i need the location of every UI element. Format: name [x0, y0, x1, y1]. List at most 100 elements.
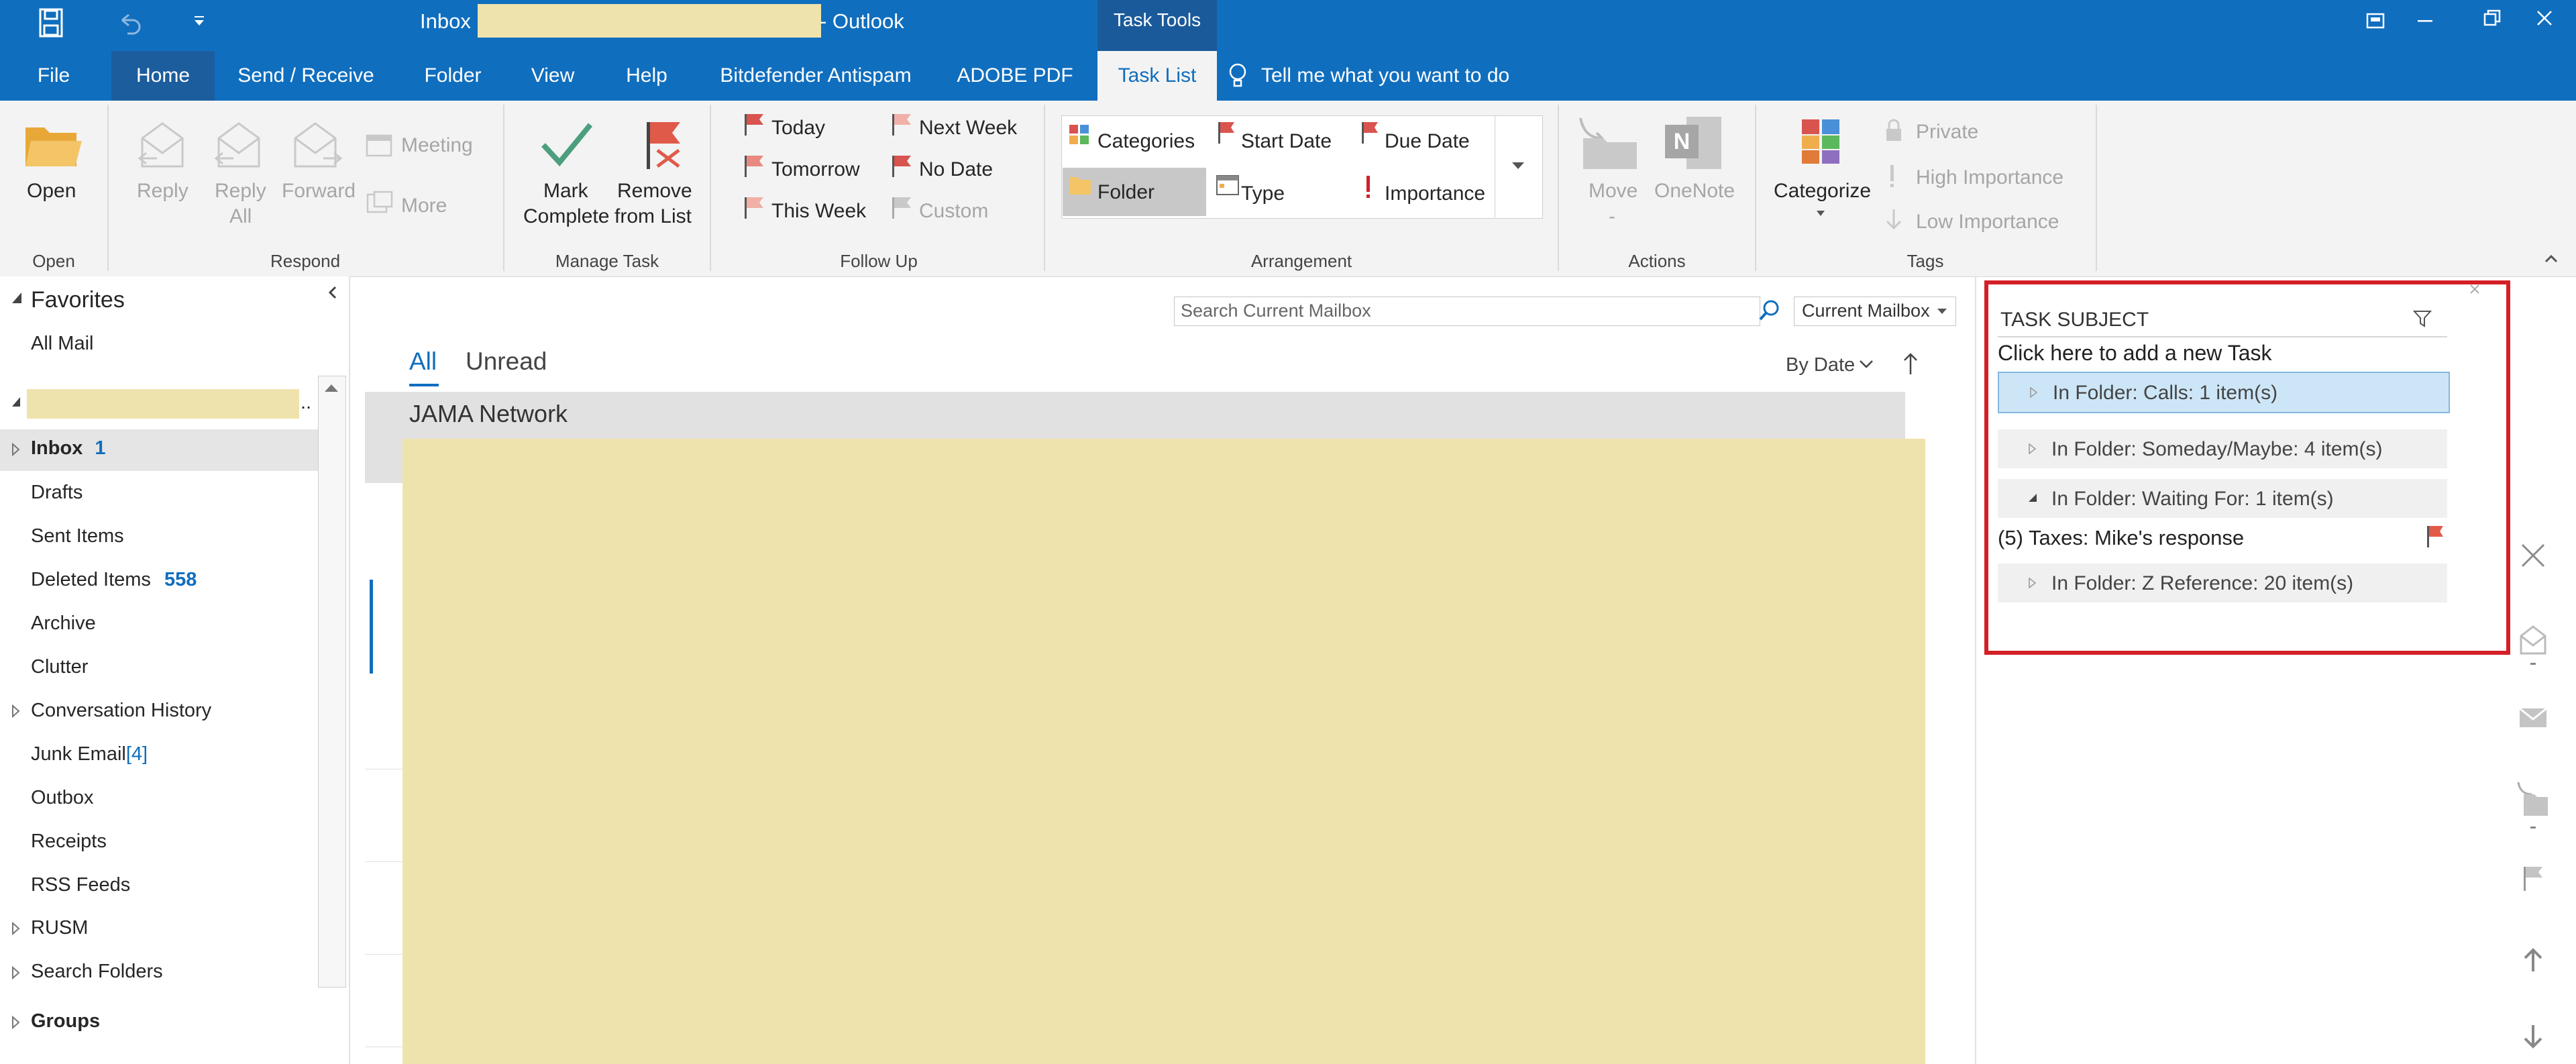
folder-archive[interactable]: Archive [31, 613, 96, 635]
collapse-ribbon-icon[interactable] [2544, 254, 2559, 264]
meeting-button[interactable]: Meeting [401, 134, 473, 157]
expand-arrow-icon[interactable] [11, 966, 20, 979]
favorite-all-mail[interactable]: All Mail [31, 333, 93, 355]
task-subject-column-header[interactable]: TASK SUBJECT [2000, 309, 2149, 331]
expand-arrow-icon[interactable] [11, 1016, 20, 1029]
save-icon[interactable] [38, 7, 64, 39]
arrange-due-date[interactable]: Due Date [1385, 130, 1470, 153]
folder-pane-scrollbar[interactable] [318, 376, 346, 988]
task-group-calls[interactable]: In Folder: Calls: 1 item(s) [1998, 372, 2450, 413]
search-input[interactable]: Search Current Mailbox [1181, 301, 1371, 321]
tab-send-receive[interactable]: Send / Receive [232, 51, 380, 101]
forward-button[interactable]: Forward [282, 180, 356, 203]
low-importance-button[interactable]: Low Importance [1916, 211, 2059, 233]
close-pane-icon[interactable] [2469, 283, 2481, 295]
folder-receipts[interactable]: Receipts [31, 831, 107, 853]
tab-adobe-pdf[interactable]: ADOBE PDF [953, 51, 1077, 101]
expand-arrow-icon[interactable] [11, 922, 20, 935]
tab-home[interactable]: Home [111, 51, 215, 101]
task-item-taxes[interactable]: (5) Taxes: Mike's response [1998, 526, 2244, 550]
undo-icon[interactable] [115, 9, 142, 36]
arrange-categories[interactable]: Categories [1097, 130, 1195, 153]
folder-junk-email[interactable]: Junk Email[4] [31, 743, 148, 765]
high-importance-button[interactable]: High Importance [1916, 166, 2063, 189]
task-group-someday-maybe[interactable]: In Folder: Someday/Maybe: 4 item(s) [1998, 429, 2447, 468]
folder-junk-label: Junk Email [31, 743, 126, 765]
follow-up-today[interactable]: Today [771, 117, 825, 140]
filter-all-underline [409, 384, 439, 386]
customize-toolbar-icon[interactable] [192, 15, 207, 28]
minimize-pane-icon[interactable] [326, 284, 339, 301]
tab-file[interactable]: File [23, 51, 85, 101]
add-new-task-input[interactable]: Click here to add a new Task [1998, 341, 2272, 366]
groups-header[interactable]: Groups [31, 1010, 100, 1032]
follow-up-this-week[interactable]: This Week [771, 200, 866, 223]
arrange-start-date[interactable]: Start Date [1241, 130, 1332, 153]
task-group-z-reference[interactable]: In Folder: Z Reference: 20 item(s) [1998, 564, 2447, 602]
filter-icon[interactable] [2412, 309, 2432, 330]
folder-rss-feeds[interactable]: RSS Feeds [31, 874, 130, 896]
reply-button[interactable]: Reply [137, 180, 189, 203]
open-button[interactable]: Open [27, 180, 76, 203]
arrange-type[interactable]: Type [1241, 182, 1285, 205]
favorites-header[interactable]: Favorites [31, 287, 125, 313]
move-button[interactable]: Move [1589, 180, 1638, 203]
tab-task-list[interactable]: Task List [1097, 51, 1217, 101]
folder-search-folders[interactable]: Search Folders [31, 961, 163, 983]
tab-help[interactable]: Help [614, 51, 679, 101]
mark-complete-button[interactable]: Mark [543, 180, 588, 203]
move-dropdown[interactable]: - [1609, 205, 1615, 228]
folder-rusm[interactable]: RUSM [31, 917, 88, 939]
expand-arrow-icon [2030, 386, 2038, 398]
mail-icon[interactable] [2517, 704, 2549, 731]
delete-icon[interactable] [2518, 541, 2548, 570]
follow-up-next-week[interactable]: Next Week [919, 117, 1017, 140]
folder-deleted-items[interactable]: Deleted Items 558 [31, 569, 197, 591]
search-icon[interactable] [1758, 298, 1782, 323]
filter-unread[interactable]: Unread [466, 348, 547, 376]
expand-arrow-icon[interactable] [11, 443, 20, 456]
flag-quick-icon[interactable] [2520, 864, 2546, 894]
filter-all[interactable]: All [409, 348, 437, 376]
expand-arrow-icon[interactable] [11, 704, 20, 718]
move-down-icon[interactable] [2520, 1022, 2546, 1052]
tell-me-search[interactable]: Tell me what you want to do [1261, 51, 1610, 101]
minimize-icon[interactable] [2415, 11, 2435, 31]
folder-conversation-history[interactable]: Conversation History [31, 700, 211, 722]
move-quick-icon[interactable] [2514, 778, 2551, 836]
private-button[interactable]: Private [1916, 121, 1978, 144]
folder-clutter[interactable]: Clutter [31, 656, 88, 678]
folder-sent-items[interactable]: Sent Items [31, 525, 124, 547]
remove-from-list-button[interactable]: Remove [617, 180, 692, 203]
follow-up-no-date[interactable]: No Date [919, 158, 993, 181]
group-separator [710, 105, 711, 271]
reply-all-quick-icon[interactable] [2517, 621, 2549, 670]
follow-up-tomorrow[interactable]: Tomorrow [771, 158, 860, 181]
task-group-label: In Folder: Waiting For: 1 item(s) [2051, 488, 2334, 510]
account-collapse-icon[interactable] [11, 396, 21, 408]
move-up-icon[interactable] [2520, 945, 2546, 974]
ribbon-display-options-icon[interactable] [2365, 11, 2385, 31]
scroll-up-icon[interactable] [323, 382, 339, 393]
task-group-waiting-for[interactable]: In Folder: Waiting For: 1 item(s) [1998, 479, 2447, 518]
deleted-count: 558 [164, 569, 197, 590]
favorites-collapse-icon[interactable] [11, 291, 23, 305]
tab-bitdefender[interactable]: Bitdefender Antispam [708, 51, 923, 101]
onenote-button[interactable]: OneNote [1654, 180, 1735, 203]
restore-icon[interactable] [2482, 8, 2502, 28]
folder-inbox[interactable]: Inbox 1 [31, 437, 106, 460]
tab-view[interactable]: View [521, 51, 585, 101]
task-flag-icon[interactable] [2424, 525, 2445, 549]
follow-up-custom[interactable]: Custom [919, 200, 988, 223]
folder-drafts[interactable]: Drafts [31, 482, 83, 504]
arrange-importance[interactable]: Importance [1385, 182, 1485, 205]
tab-folder[interactable]: Folder [413, 51, 492, 101]
reply-all-button[interactable]: Reply [215, 180, 266, 203]
close-window-icon[interactable] [2534, 8, 2555, 28]
categorize-dropdown-icon[interactable] [1815, 209, 1826, 217]
sort-by-date[interactable]: By Date [1786, 354, 1855, 376]
sort-direction-arrow-icon[interactable] [1901, 350, 1920, 377]
categorize-button[interactable]: Categorize [1774, 180, 1871, 203]
more-button[interactable]: More [401, 195, 447, 217]
folder-outbox[interactable]: Outbox [31, 787, 94, 809]
